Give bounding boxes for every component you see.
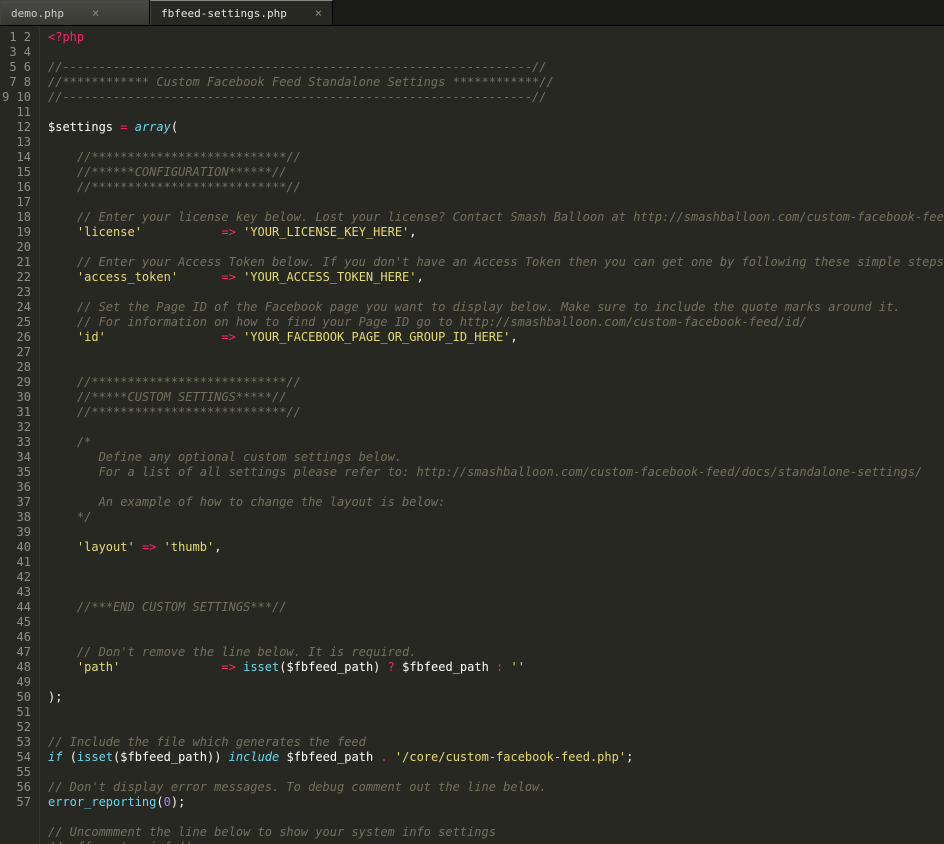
code-line: 'license' => 'YOUR_LICENSE_KEY_HERE', — [48, 225, 944, 240]
close-icon[interactable]: × — [92, 6, 99, 20]
code-area[interactable]: <?php //--------------------------------… — [40, 26, 944, 844]
code-line: //***************************// — [48, 150, 944, 165]
code-line: // cff_system_info(); — [48, 840, 944, 844]
code-line: /* — [48, 435, 944, 450]
tab-demo-php[interactable]: demo.php × — [0, 0, 150, 25]
code-line — [48, 585, 944, 600]
code-line: 'path' => isset($fbfeed_path) ? $fbfeed_… — [48, 660, 944, 675]
code-line — [48, 570, 944, 585]
code-line: //***END CUSTOM SETTINGS***// — [48, 600, 944, 615]
code-line — [48, 615, 944, 630]
code-line: // Enter your license key below. Lost yo… — [48, 210, 944, 225]
code-line: 'layout' => 'thumb', — [48, 540, 944, 555]
line-number-gutter: 1 2 3 4 5 6 7 8 9 10 11 12 13 14 15 16 1… — [0, 26, 40, 844]
code-line: Define any optional custom settings belo… — [48, 450, 944, 465]
code-line — [48, 555, 944, 570]
code-line: //*****CUSTOM SETTINGS*****// — [48, 390, 944, 405]
code-line — [48, 45, 944, 60]
code-line: An example of how to change the layout i… — [48, 495, 944, 510]
code-line: // Don't display error messages. To debu… — [48, 780, 944, 795]
code-line: // For information on how to find your P… — [48, 315, 944, 330]
tab-label: fbfeed-settings.php — [161, 7, 287, 20]
code-line — [48, 480, 944, 495]
tab-bar: demo.php × fbfeed-settings.php × — [0, 0, 944, 26]
code-line: <?php — [48, 30, 944, 45]
code-line — [48, 360, 944, 375]
code-line — [48, 345, 944, 360]
code-line — [48, 675, 944, 690]
code-line: if (isset($fbfeed_path)) include $fbfeed… — [48, 750, 944, 765]
code-line: */ — [48, 510, 944, 525]
code-line: //--------------------------------------… — [48, 60, 944, 75]
code-line: //--------------------------------------… — [48, 90, 944, 105]
code-line — [48, 720, 944, 735]
code-line: $settings = array( — [48, 120, 944, 135]
code-line: //************ Custom Facebook Feed Stan… — [48, 75, 944, 90]
code-line: // Uncommment the line below to show you… — [48, 825, 944, 840]
code-line: //***************************// — [48, 405, 944, 420]
code-line: // Include the file which generates the … — [48, 735, 944, 750]
code-line: //***************************// — [48, 180, 944, 195]
code-line — [48, 240, 944, 255]
code-line — [48, 630, 944, 645]
code-line — [48, 105, 944, 120]
tab-fbfeed-settings-php[interactable]: fbfeed-settings.php × — [150, 0, 333, 25]
code-line — [48, 285, 944, 300]
code-line: error_reporting(0); — [48, 795, 944, 810]
code-line — [48, 705, 944, 720]
code-line: 'id' => 'YOUR_FACEBOOK_PAGE_OR_GROUP_ID_… — [48, 330, 944, 345]
code-line: For a list of all settings please refer … — [48, 465, 944, 480]
code-line: // Enter your Access Token below. If you… — [48, 255, 944, 270]
code-line — [48, 135, 944, 150]
close-icon[interactable]: × — [315, 6, 322, 20]
code-line — [48, 810, 944, 825]
tab-label: demo.php — [11, 7, 64, 20]
code-line: // Don't remove the line below. It is re… — [48, 645, 944, 660]
code-line: ); — [48, 690, 944, 705]
code-line: //***************************// — [48, 375, 944, 390]
editor-pane: 1 2 3 4 5 6 7 8 9 10 11 12 13 14 15 16 1… — [0, 26, 944, 844]
code-line — [48, 765, 944, 780]
code-line: 'access_token' => 'YOUR_ACCESS_TOKEN_HER… — [48, 270, 944, 285]
code-line — [48, 195, 944, 210]
code-line — [48, 420, 944, 435]
code-line: //******CONFIGURATION******// — [48, 165, 944, 180]
code-line: // Set the Page ID of the Facebook page … — [48, 300, 944, 315]
code-line — [48, 525, 944, 540]
